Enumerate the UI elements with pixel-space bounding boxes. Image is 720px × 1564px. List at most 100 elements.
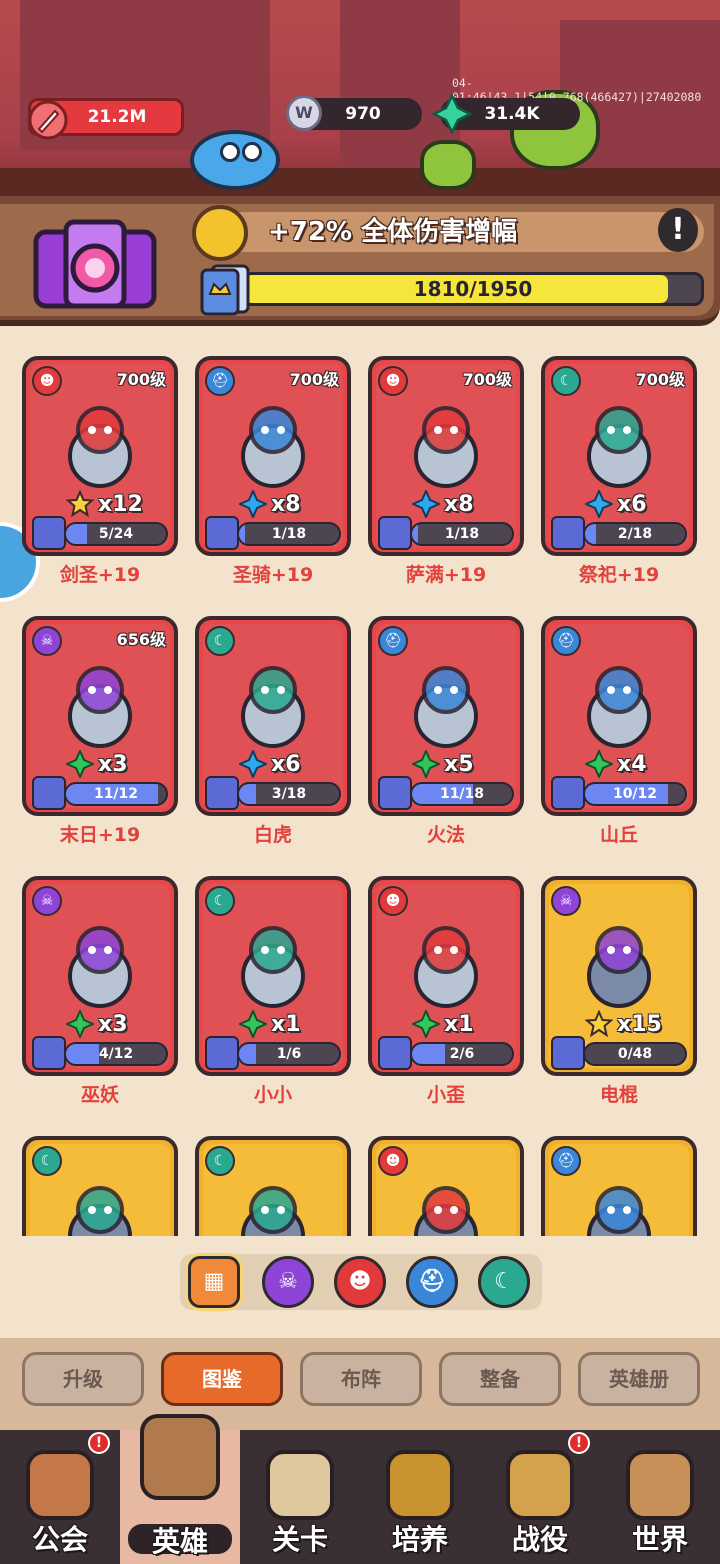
- hero-card[interactable]: ☻ x1 2/6 小歪: [368, 876, 524, 1107]
- fragment-count: 1/18: [271, 526, 307, 542]
- hero-name: 萨满+19: [405, 564, 487, 586]
- blue-diamond-icon: [237, 488, 269, 520]
- hero-card[interactable]: ⛑ x4 10/12 山丘: [541, 616, 697, 847]
- info-button[interactable]: !: [658, 208, 698, 252]
- gem-icon: [432, 94, 472, 134]
- hero-camera-icon[interactable]: [32, 218, 158, 310]
- hero-card-frame[interactable]: ☠ x3 4/12: [22, 876, 178, 1076]
- gem-counter[interactable]: 31.4K: [432, 94, 580, 134]
- hero-portal-icon: [140, 1414, 220, 1500]
- hero-level: 700级: [635, 370, 685, 389]
- hero-star-multiplier: x3: [64, 748, 128, 780]
- hero-card[interactable]: ☻ 700级 x12 5/24 剑圣+19: [22, 356, 178, 587]
- fragment-progress-bar: 1/18: [410, 522, 514, 546]
- hero-name: 小小: [253, 1084, 292, 1106]
- hero-fragment-icon: [32, 1036, 66, 1070]
- hero-card-frame[interactable]: ⛑: [541, 1136, 697, 1236]
- hero-fragment-icon: [378, 516, 412, 550]
- filter-all-button[interactable]: ▦: [188, 1256, 240, 1308]
- fragment-progress-bar: 1/18: [237, 522, 341, 546]
- filter-skull-button[interactable]: ☠: [262, 1256, 314, 1308]
- hero-name: 白虎: [253, 824, 292, 846]
- hero-card-frame[interactable]: ☾ x1 1/6: [195, 876, 351, 1076]
- nav-guild-crown[interactable]: 公会!: [0, 1430, 120, 1564]
- nav-sword[interactable]: 关卡: [240, 1430, 360, 1564]
- hero-card[interactable]: ⛑ 700级 x8 1/18 圣骑+19: [195, 356, 351, 587]
- nav-campaign[interactable]: 战役!: [480, 1430, 600, 1564]
- hero-card-frame[interactable]: ⛑ x4 10/12: [541, 616, 697, 816]
- hero-portrait: [241, 926, 305, 1008]
- gem-value: 31.4K: [484, 104, 540, 124]
- hero-name: 电棍: [599, 1084, 638, 1106]
- nav-hero-portal[interactable]: 英雄: [120, 1414, 240, 1564]
- hero-card-frame[interactable]: ☠ 656级 x3 11/12: [22, 616, 178, 816]
- hero-card-frame[interactable]: ☠ x15 0/48: [541, 876, 697, 1076]
- green-diamond-icon: [410, 1008, 442, 1040]
- filter-moon-button[interactable]: ☾: [478, 1256, 530, 1308]
- hero-portrait: [68, 926, 132, 1008]
- helmet-class-icon: ⛑: [378, 626, 408, 656]
- notification-badge: !: [88, 1432, 110, 1454]
- hero-card-frame[interactable]: ☾: [22, 1136, 178, 1236]
- coin-counter[interactable]: W 970: [286, 95, 422, 131]
- hero-card[interactable]: ☾: [195, 1136, 351, 1236]
- blue-diamond-icon: [410, 488, 442, 520]
- tab-upgrade[interactable]: 升级: [22, 1352, 144, 1406]
- hero-card-frame[interactable]: ☻: [368, 1136, 524, 1236]
- fragment-progress-bar: 5/24: [64, 522, 168, 546]
- hero-name: 圣骑+19: [232, 564, 314, 586]
- hero-star-multiplier: x4: [583, 748, 647, 780]
- green-diamond-icon: [64, 748, 96, 780]
- hero-portrait: [68, 1186, 132, 1236]
- nav-cultivate[interactable]: 培养: [360, 1430, 480, 1564]
- hero-card[interactable]: ☠ x3 4/12 巫妖: [22, 876, 178, 1107]
- hero-portrait: [587, 1186, 651, 1236]
- hero-card-frame[interactable]: ☻ 700级 x8 1/18: [368, 356, 524, 556]
- hero-card-frame[interactable]: ☾: [195, 1136, 351, 1236]
- multiplier-value: x8: [271, 491, 301, 517]
- hero-fragment-icon: [205, 776, 239, 810]
- hero-card[interactable]: ⛑ x5 11/18 火法: [368, 616, 524, 847]
- hero-card-frame[interactable]: ⛑ x5 11/18: [368, 616, 524, 816]
- star-icon: [65, 489, 95, 518]
- filter-demon-button[interactable]: ☻: [334, 1256, 386, 1308]
- hero-card[interactable]: ☻ 700级 x8 1/18 萨满+19: [368, 356, 524, 587]
- hero-portrait: [68, 406, 132, 488]
- nav-label: 英雄: [151, 1525, 208, 1558]
- hero-card[interactable]: ☾: [22, 1136, 178, 1236]
- multiplier-value: x5: [444, 751, 474, 777]
- hero-card-frame[interactable]: ⛑ 700级 x8 1/18: [195, 356, 351, 556]
- tab-equip[interactable]: 整备: [439, 1352, 561, 1406]
- hero-level: 700级: [289, 370, 339, 389]
- multiplier-value: x6: [617, 491, 647, 517]
- hero-portrait: [241, 406, 305, 488]
- hero-card-frame[interactable]: ☾ x6 3/18: [195, 616, 351, 816]
- filter-helmet-button[interactable]: ⛑: [406, 1256, 458, 1308]
- nav-world[interactable]: 世界: [600, 1430, 720, 1564]
- hero-collection-grid: ☻ 700级 x12 5/24 剑圣+19 ⛑ 700级 x8 1/18 圣骑+19 ☻ 700级 x8…: [0, 330, 720, 1236]
- tab-formation[interactable]: 布阵: [300, 1352, 422, 1406]
- power-value: 21.2M: [87, 107, 147, 127]
- hero-card[interactable]: ☾ x6 3/18 白虎: [195, 616, 351, 847]
- hero-portrait: [414, 1186, 478, 1236]
- multiplier-value: x3: [98, 1011, 128, 1037]
- hero-card[interactable]: ☠ x15 0/48 电棍: [541, 876, 697, 1107]
- hero-card[interactable]: ☾ 700级 x6 2/18 祭祀+19: [541, 356, 697, 587]
- hero-card[interactable]: ☠ 656级 x3 11/12 末日+19: [22, 616, 178, 847]
- green-diamond-icon: [410, 748, 442, 780]
- combat-power[interactable]: 21.2M: [28, 98, 184, 140]
- hero-star-multiplier: x1: [410, 1008, 474, 1040]
- tab-collection[interactable]: 图鉴: [161, 1352, 283, 1406]
- hero-level: 700级: [462, 370, 512, 389]
- hero-card-frame[interactable]: ☾ 700级 x6 2/18: [541, 356, 697, 556]
- hero-fragment-icon: [378, 1036, 412, 1070]
- hero-card-frame[interactable]: ☻ x1 2/6: [368, 876, 524, 1076]
- hero-portrait: [241, 666, 305, 748]
- hero-card[interactable]: ⛑: [541, 1136, 697, 1236]
- hero-card-frame[interactable]: ☻ 700级 x12 5/24: [22, 356, 178, 556]
- hero-card[interactable]: ☻: [368, 1136, 524, 1236]
- tab-hero-book[interactable]: 英雄册: [578, 1352, 700, 1406]
- hero-card[interactable]: ☾ x1 1/6 小小: [195, 876, 351, 1107]
- sword-icon: [266, 1450, 334, 1520]
- hero-star-multiplier: x8: [237, 488, 301, 520]
